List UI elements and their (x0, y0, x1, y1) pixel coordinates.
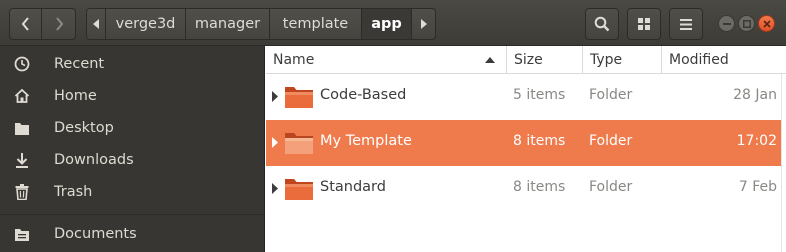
desktop-folder-icon (12, 118, 32, 138)
trash-icon (12, 182, 32, 202)
file-row[interactable]: Standard 8 items Folder 7 Feb (266, 166, 781, 212)
breadcrumb-item[interactable]: verge3d (106, 8, 186, 40)
sidebar-item-label: Desktop (54, 120, 114, 136)
sidebar-item-label: Downloads (54, 152, 134, 168)
search-button[interactable] (585, 8, 619, 40)
sidebar-item-desktop[interactable]: Desktop (0, 112, 265, 144)
sidebar: Recent Home Desktop Downloads Trash Docu… (0, 46, 265, 252)
triangle-right-icon (420, 19, 427, 29)
column-header-size[interactable]: Size (506, 46, 582, 74)
breadcrumb-item-current[interactable]: app (362, 8, 412, 40)
back-button[interactable] (9, 8, 42, 40)
documents-icon (12, 224, 32, 244)
minimize-button[interactable] (718, 15, 735, 32)
file-size: 8 items (513, 133, 566, 149)
breadcrumb-scroll-right[interactable] (412, 8, 436, 40)
grid-view-icon (638, 18, 650, 30)
file-list: Name Size Type Modified Code-Based 5 ite… (266, 46, 786, 252)
column-header-label: Size (514, 52, 543, 68)
close-icon (762, 19, 771, 28)
column-header-type[interactable]: Type (582, 46, 661, 74)
file-size: 8 items (513, 179, 566, 195)
folder-icon (285, 179, 313, 200)
home-icon (12, 86, 32, 106)
sidebar-item-label: Trash (54, 184, 93, 200)
file-modified: 17:02 (736, 133, 777, 149)
column-header-name[interactable]: Name (266, 46, 506, 74)
maximize-icon (742, 19, 751, 28)
forward-button[interactable] (42, 8, 76, 40)
breadcrumb-scroll-left[interactable] (86, 8, 106, 40)
expand-arrow-icon[interactable] (272, 91, 278, 102)
file-name: Code-Based (320, 87, 407, 103)
scrollbar-track[interactable] (781, 74, 782, 252)
breadcrumb-item[interactable]: template (270, 8, 362, 40)
sort-ascending-icon (485, 57, 495, 63)
file-type: Folder (589, 179, 633, 195)
menu-button[interactable] (669, 8, 703, 40)
sidebar-item-home[interactable]: Home (0, 80, 265, 112)
column-header-row: Name Size Type Modified (266, 46, 786, 74)
sidebar-item-downloads[interactable]: Downloads (0, 144, 265, 176)
header-bar: verge3d manager template app (0, 0, 786, 46)
chevron-left-icon (21, 17, 29, 31)
breadcrumb-item[interactable]: manager (186, 8, 270, 40)
close-button[interactable] (758, 15, 775, 32)
hamburger-menu-icon (680, 18, 692, 30)
sidebar-divider (0, 214, 265, 215)
sidebar-item-label: Recent (54, 56, 105, 72)
file-row-selected[interactable]: My Template 8 items Folder 17:02 (266, 120, 781, 166)
expand-arrow-icon[interactable] (272, 137, 278, 148)
folder-icon (285, 133, 313, 154)
sidebar-item-label: Home (54, 88, 97, 104)
minimize-icon (722, 22, 731, 25)
search-icon (594, 16, 610, 32)
maximize-button[interactable] (738, 15, 755, 32)
download-icon (12, 150, 32, 170)
file-type: Folder (589, 133, 633, 149)
column-header-label: Type (590, 52, 623, 68)
sidebar-item-trash[interactable]: Trash (0, 176, 265, 208)
sidebar-item-label: Documents (54, 226, 137, 242)
column-header-label: Modified (669, 52, 729, 68)
triangle-left-icon (93, 19, 99, 29)
sidebar-item-documents[interactable]: Documents (0, 218, 265, 250)
file-row[interactable]: Code-Based 5 items Folder 28 Jan (266, 74, 781, 120)
file-modified: 7 Feb (738, 179, 777, 195)
folder-icon (285, 87, 313, 108)
clock-icon (12, 54, 32, 74)
file-modified: 28 Jan (733, 87, 777, 103)
expand-arrow-icon[interactable] (272, 183, 278, 194)
chevron-right-icon (55, 17, 63, 31)
column-header-modified[interactable]: Modified (661, 46, 786, 74)
view-toggle-button[interactable] (627, 8, 661, 40)
file-type: Folder (589, 87, 633, 103)
file-name: Standard (320, 179, 386, 195)
file-size: 5 items (513, 87, 566, 103)
column-header-label: Name (273, 52, 315, 68)
file-name: My Template (320, 133, 412, 149)
sidebar-item-recent[interactable]: Recent (0, 48, 265, 80)
